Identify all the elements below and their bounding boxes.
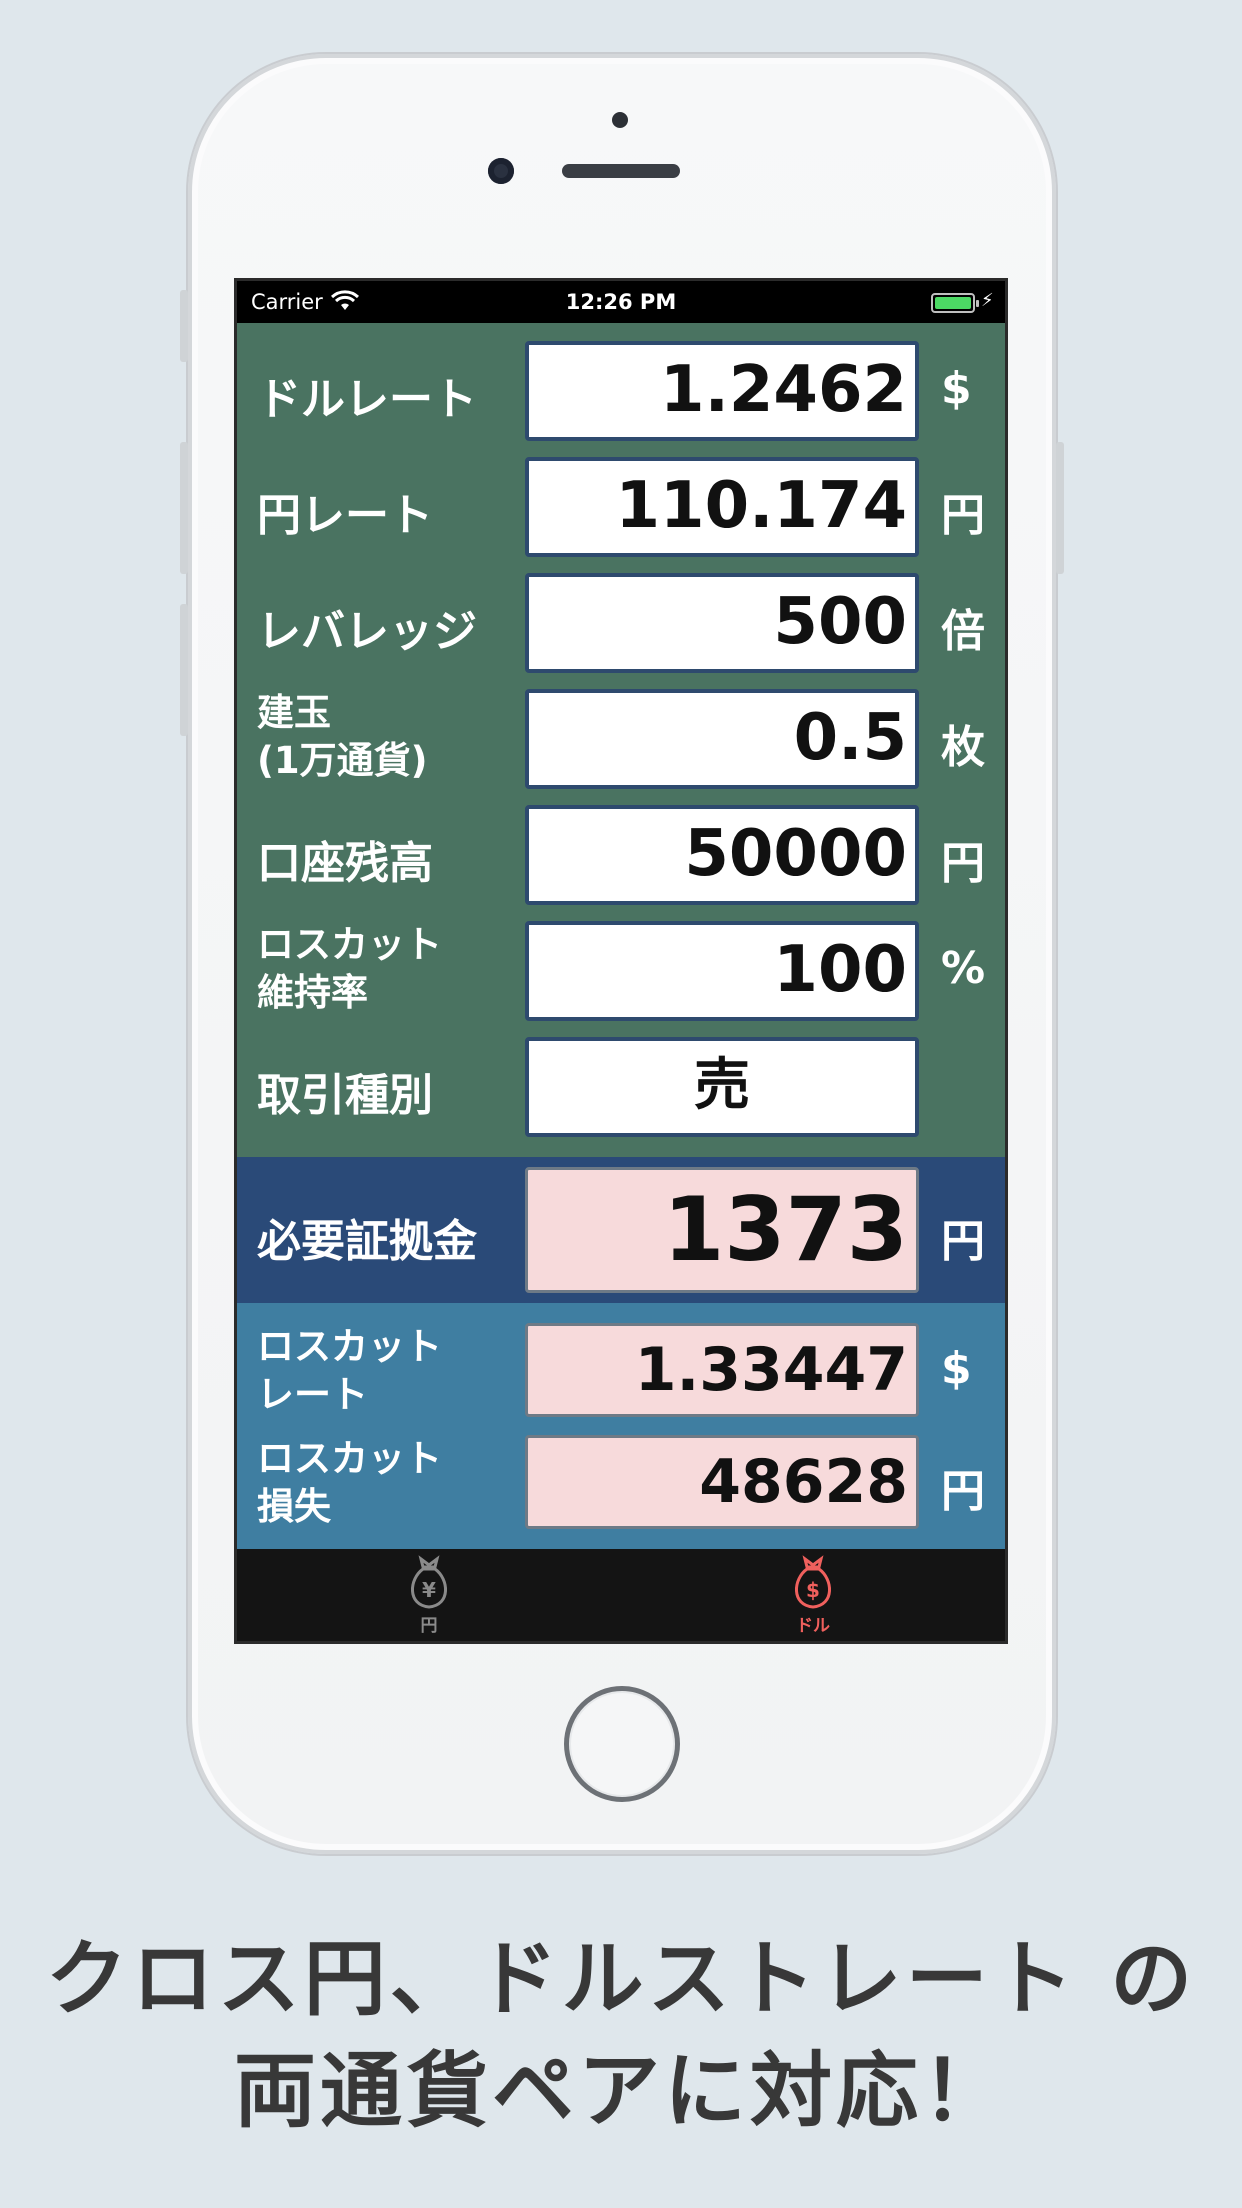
trade-type-label: 取引種別 [257,1070,433,1121]
dollar-rate-input[interactable]: 1.2462 [525,341,919,441]
position-size-label: 建玉 (1万通貨) [257,689,428,785]
tab-dollar-label: ドル [796,1616,830,1636]
status-time: 12:26 PM [565,290,677,314]
app-screen: Carrier 12:26 PM ⚡ ドルレート 1.2462 $ 円レート 1… [234,278,1008,1644]
svg-text:¥: ¥ [422,1578,436,1602]
caption-line-2: 両通貨ペアに対応！ [233,2044,1008,2139]
leverage-row: レバレッジ 500 倍 [237,573,1005,673]
losscut-rate-label: ロスカット レート [257,1323,442,1419]
account-balance-row: 口座残高 50000 円 [237,805,1005,905]
mute-switch [180,290,188,362]
volume-down-button [180,604,188,736]
tab-yen[interactable]: ¥ 円 [369,1555,489,1636]
caption-line-1: クロス円、ドルストレート の [45,1932,1197,2027]
yen-moneybag-icon: ¥ [411,1555,447,1609]
position-size-label-line2: (1万通貨) [257,739,428,782]
losscut-loss-label-line2: 損失 [257,1485,331,1528]
maintenance-rate-label-line2: 維持率 [257,971,368,1014]
tab-bar: ¥ 円 $ ドル [237,1549,1005,1641]
losscut-rate-label-line1: ロスカット [257,1325,442,1368]
trade-type-select[interactable]: 売 [525,1037,919,1137]
required-margin-value: 1373 [525,1167,919,1293]
required-margin-label: 必要証拠金 [257,1216,477,1267]
front-camera [488,158,514,184]
position-size-input[interactable]: 0.5 [525,689,919,789]
charging-bolt-icon: ⚡ [981,290,994,311]
tab-dollar[interactable]: $ ドル [753,1555,873,1636]
leverage-label: レバレッジ [257,606,477,657]
input-section: ドルレート 1.2462 $ 円レート 110.174 円 レバレッジ 500 … [237,323,1005,1157]
earpiece-speaker [562,164,680,178]
losscut-loss-unit: 円 [941,1466,985,1517]
losscut-rate-value: 1.33447 [525,1323,919,1417]
position-size-row: 建玉 (1万通貨) 0.5 枚 [237,689,1005,789]
tab-yen-label: 円 [420,1616,438,1636]
losscut-loss-label-line1: ロスカット [257,1437,442,1480]
power-button [1056,442,1064,574]
yen-rate-row: 円レート 110.174 円 [237,457,1005,557]
position-size-label-line1: 建玉 [257,691,331,734]
maintenance-rate-unit: % [941,943,986,994]
yen-rate-input[interactable]: 110.174 [525,457,919,557]
svg-text:$: $ [806,1578,820,1602]
status-bar: Carrier 12:26 PM ⚡ [237,281,1005,323]
yen-rate-label: 円レート [257,490,433,541]
result-section: ロスカット レート 1.33447 $ ロスカット 損失 48628 円 [237,1303,1005,1549]
home-button[interactable] [564,1686,680,1802]
account-balance-unit: 円 [941,838,985,889]
losscut-rate-label-line2: レート [257,1373,368,1416]
leverage-input[interactable]: 500 [525,573,919,673]
losscut-loss-label: ロスカット 損失 [257,1435,442,1531]
required-margin-unit: 円 [941,1216,985,1267]
dollar-rate-label: ドルレート [257,374,477,425]
required-margin-section: 必要証拠金 1373 円 [237,1157,1005,1303]
maintenance-rate-row: ロスカット 維持率 100 % [237,921,1005,1021]
trade-type-row: 取引種別 売 [237,1037,1005,1137]
leverage-unit: 倍 [941,606,985,657]
losscut-rate-row: ロスカット レート 1.33447 $ [237,1323,1005,1417]
dollar-rate-unit: $ [941,363,972,414]
losscut-rate-unit: $ [941,1343,972,1394]
losscut-loss-value: 48628 [525,1435,919,1529]
losscut-loss-row: ロスカット 損失 48628 円 [237,1435,1005,1529]
account-balance-input[interactable]: 50000 [525,805,919,905]
dollar-rate-row: ドルレート 1.2462 $ [237,341,1005,441]
dollar-moneybag-icon: $ [795,1555,831,1609]
maintenance-rate-label: ロスカット 維持率 [257,921,442,1017]
position-size-unit: 枚 [941,722,985,773]
proximity-sensor [612,112,628,128]
volume-up-button [180,442,188,574]
account-balance-label: 口座残高 [257,838,433,889]
yen-rate-unit: 円 [941,490,985,541]
battery-icon [931,293,979,313]
maintenance-rate-input[interactable]: 100 [525,921,919,1021]
maintenance-rate-label-line1: ロスカット [257,923,442,966]
